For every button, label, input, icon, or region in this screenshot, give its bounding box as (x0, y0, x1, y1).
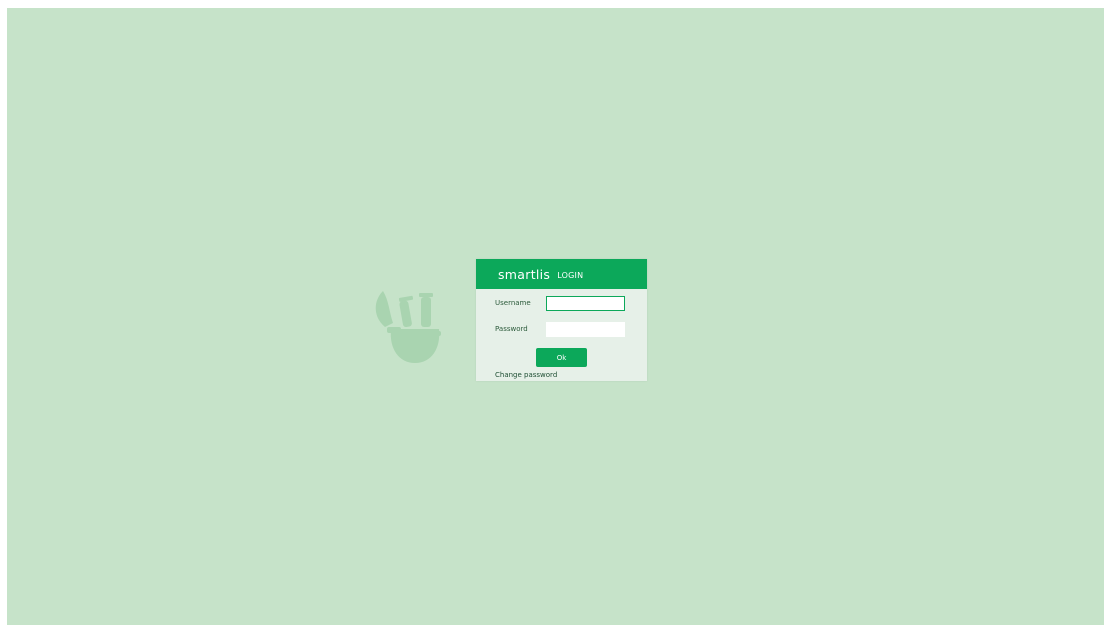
ok-button[interactable]: Ok (536, 348, 587, 367)
lab-flask-logo-icon (375, 291, 441, 363)
password-row: Password (476, 322, 647, 338)
dialog-title: LOGIN (557, 270, 584, 280)
password-input[interactable] (546, 322, 625, 337)
login-dialog: smartlis LOGIN Username Password Ok Chan… (476, 259, 647, 381)
username-input[interactable] (546, 296, 625, 311)
username-row: Username (476, 296, 647, 312)
login-dialog-header: smartlis LOGIN (476, 259, 647, 289)
brand-name: smartlis (498, 266, 551, 282)
login-page-background: smartlis LOGIN Username Password Ok Chan… (7, 8, 1104, 625)
change-password-link[interactable]: Change password (495, 371, 557, 379)
password-label: Password (495, 325, 528, 333)
username-label: Username (495, 299, 531, 307)
